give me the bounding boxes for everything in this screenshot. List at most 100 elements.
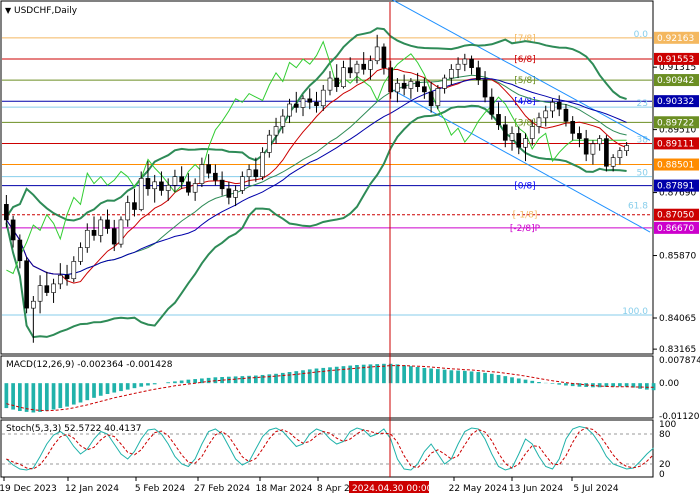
candle-body <box>165 185 171 191</box>
candle-body <box>388 67 393 93</box>
candle-body <box>415 81 420 87</box>
candle-body <box>84 229 90 248</box>
chart-title: USDCHF,Daily <box>14 6 78 16</box>
chart-title-icon: ▼ <box>5 6 12 15</box>
candle-body <box>563 108 569 122</box>
candle-body <box>374 46 380 62</box>
candle-body <box>91 229 97 236</box>
candle-body <box>341 67 346 87</box>
candle-body <box>17 239 23 262</box>
macd-tick-label: 0.00 <box>659 379 679 389</box>
candle-body <box>523 138 528 148</box>
price-box-label: 0.90942 <box>657 76 694 86</box>
candle-body <box>462 58 468 65</box>
candle-body <box>610 157 616 167</box>
candle-body <box>624 145 629 152</box>
fib-label: 100.0 <box>622 307 648 317</box>
candle-body <box>354 63 360 74</box>
candle-body <box>604 138 609 167</box>
candle-body <box>44 285 50 293</box>
price-box-label: 0.87891 <box>657 182 694 192</box>
candle-body <box>125 202 131 221</box>
x-tick-label: 19 Dec 2023 <box>0 484 57 494</box>
candle-body <box>4 204 9 221</box>
candle-body <box>213 172 218 181</box>
candle-body <box>51 283 56 293</box>
murrey-label: [-2/8]P <box>510 224 541 234</box>
stoch-tick-label: 20 <box>659 460 671 470</box>
candle-body <box>71 261 77 280</box>
x-tick-label: 5 Jul 2024 <box>573 484 618 494</box>
murrey-label: [-1/8] <box>513 211 538 221</box>
candle-body <box>307 98 313 103</box>
price-tick-label: 0.83165 <box>659 345 696 355</box>
candle-body <box>186 181 191 193</box>
candle-body <box>253 169 259 177</box>
price-box-label: 0.90332 <box>657 97 694 107</box>
candle-body <box>240 176 245 191</box>
candle-body <box>57 274 63 285</box>
x-tick-label: 18 Mar 2024 <box>255 484 312 494</box>
fib-label: 23 <box>637 99 648 109</box>
candle-body <box>529 126 535 139</box>
candle-body <box>401 82 407 89</box>
candle-body <box>273 126 279 136</box>
candle-body <box>233 190 238 198</box>
price-box-label: 0.86670 <box>657 224 694 234</box>
candle-body <box>428 91 434 107</box>
candle-body <box>617 150 623 158</box>
candle-body <box>199 164 205 184</box>
macd-tick-label: 0.007874 <box>659 356 700 366</box>
price-box-label: 0.87050 <box>657 211 694 221</box>
murrey-label: [5/8] <box>514 76 536 86</box>
candle-body <box>314 101 319 107</box>
stoch-tick-label: 100 <box>659 420 676 430</box>
murrey-label: [0/8] <box>514 182 536 192</box>
candle-body <box>502 124 508 141</box>
candle-body <box>300 98 306 108</box>
candle-body <box>172 176 178 186</box>
x-tick-label: 22 May 2024 <box>449 484 508 494</box>
candle-body <box>570 120 576 134</box>
murrey-label: [8/8] <box>514 0 536 1</box>
fib-label: 61.8 <box>628 202 648 212</box>
price-box-label: 0.91553 <box>657 55 694 65</box>
candle-body <box>516 133 522 148</box>
stoch-tick-label: 0 <box>659 470 665 480</box>
candle-body <box>10 219 16 241</box>
candle-body <box>64 274 70 280</box>
candle-body <box>145 178 151 190</box>
x-tick-label: 27 Feb 2024 <box>194 484 250 494</box>
candle-body <box>597 138 602 145</box>
candle-body <box>442 77 447 89</box>
candle-body <box>105 219 110 229</box>
fib-label: 38 <box>637 135 649 145</box>
candle-body <box>327 77 333 91</box>
candle-body <box>280 115 286 127</box>
candle-body <box>31 300 36 309</box>
candle-body <box>368 60 373 70</box>
candle-body <box>475 67 481 81</box>
price-box-label: 0.89111 <box>657 139 694 149</box>
candle-body <box>469 58 474 68</box>
candle-body <box>98 219 104 236</box>
price-box-label: 0.92163 <box>657 34 694 44</box>
x-tick-label: 5 Feb 2024 <box>135 484 186 494</box>
candle-body <box>577 133 582 139</box>
candle-body <box>246 169 252 177</box>
candle-body <box>482 79 488 98</box>
candle-body <box>550 101 555 112</box>
chart-svg: [8/8][7/8][6/8][5/8][4/8][3/8][0/8][-1/8… <box>0 0 700 500</box>
candle-body <box>24 260 29 309</box>
candle-body <box>583 138 589 155</box>
fib-label: 0.0 <box>634 30 649 40</box>
candle-body <box>496 114 501 126</box>
candle-body <box>260 152 265 177</box>
stoch-label: Stoch(5,3,3) 52.5722 40.4137 <box>6 424 141 434</box>
candle-body <box>78 247 83 262</box>
candle-body <box>334 77 340 87</box>
candle-body <box>590 143 596 155</box>
candle-body <box>408 81 414 89</box>
candle-body <box>192 183 198 193</box>
price-tick-label: 0.84065 <box>659 314 696 324</box>
